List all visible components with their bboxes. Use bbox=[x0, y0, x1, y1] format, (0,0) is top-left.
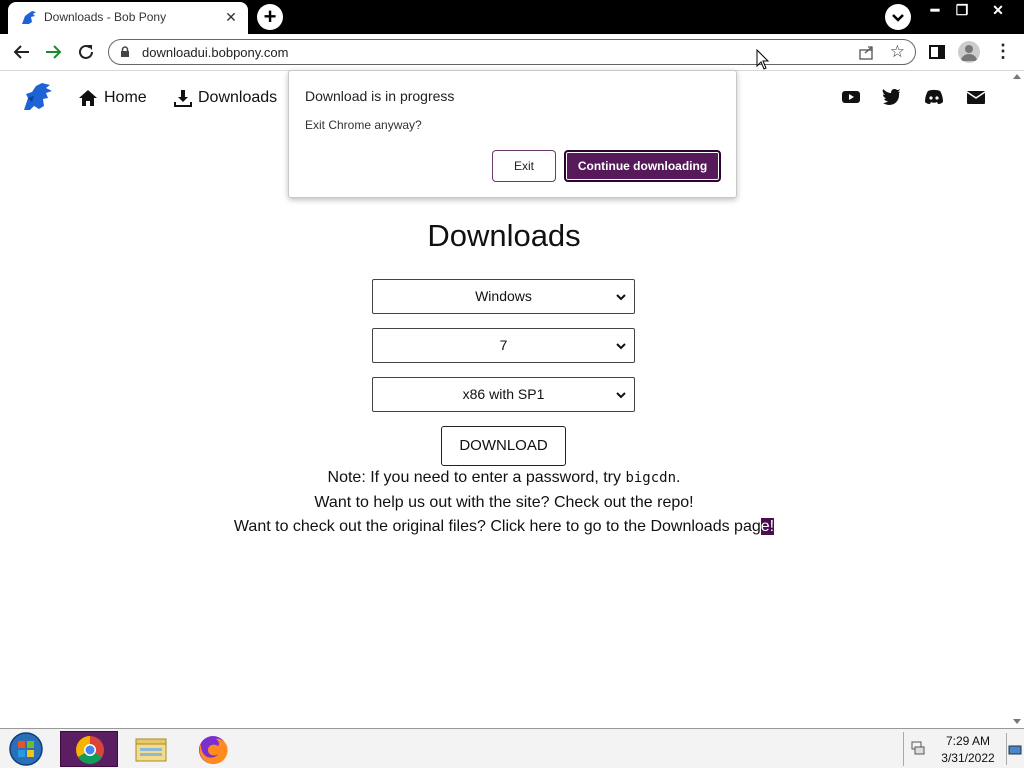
discord-icon[interactable] bbox=[924, 88, 944, 106]
page-scrollbar[interactable] bbox=[1010, 72, 1024, 728]
windows-start-icon[interactable] bbox=[4, 731, 48, 767]
dialog-message: Exit Chrome anyway? bbox=[305, 118, 422, 132]
reload-icon[interactable] bbox=[73, 39, 99, 65]
page-title: Downloads bbox=[427, 218, 581, 253]
tray-separator bbox=[903, 732, 904, 766]
mouse-cursor-icon bbox=[756, 49, 770, 70]
monitor-icon bbox=[1008, 745, 1022, 755]
download-button[interactable]: DOWNLOAD bbox=[441, 426, 566, 466]
tab-search-button[interactable] bbox=[885, 4, 911, 30]
screen: Downloads - Bob Pony ✕ + ━ ❐ ✕ downloadu… bbox=[0, 0, 1024, 768]
version-select[interactable]: 7 bbox=[372, 328, 635, 363]
tab-title: Downloads - Bob Pony bbox=[44, 10, 167, 24]
email-icon[interactable] bbox=[966, 88, 986, 106]
profile-avatar-icon[interactable] bbox=[958, 41, 980, 63]
taskbar-firefox[interactable] bbox=[184, 731, 242, 767]
password-note: Note: If you need to enter a password, t… bbox=[0, 469, 1008, 487]
scroll-down-arrow-icon[interactable] bbox=[1013, 719, 1021, 724]
bobpony-favicon-icon bbox=[22, 11, 36, 24]
side-panel-icon[interactable] bbox=[929, 45, 945, 59]
repo-line[interactable]: Want to help us out with the site? Check… bbox=[0, 494, 1008, 512]
restore-button[interactable]: ❐ bbox=[948, 0, 976, 20]
os-select[interactable]: Windows bbox=[372, 279, 635, 314]
taskbar: 7:29 AM 3/31/2022 bbox=[0, 728, 1024, 768]
chevron-down-icon bbox=[616, 392, 626, 399]
download-icon bbox=[174, 90, 192, 107]
continue-downloading-button[interactable]: Continue downloading bbox=[564, 150, 721, 182]
nav-home-link[interactable]: Home bbox=[78, 87, 147, 109]
bobpony-logo-icon[interactable] bbox=[22, 82, 54, 112]
person-icon bbox=[961, 45, 977, 61]
twitter-icon[interactable] bbox=[882, 88, 902, 106]
youtube-icon[interactable] bbox=[841, 88, 861, 106]
home-icon bbox=[79, 90, 97, 106]
selected-text: e! bbox=[760, 518, 775, 535]
nav-home-label: Home bbox=[104, 89, 147, 106]
tab-close-icon[interactable]: ✕ bbox=[222, 8, 240, 26]
minimize-button[interactable]: ━ bbox=[921, 0, 949, 20]
show-desktop-button[interactable] bbox=[1006, 733, 1022, 765]
chevron-down-icon bbox=[892, 14, 904, 22]
exit-button[interactable]: Exit bbox=[492, 150, 556, 182]
chevron-down-icon bbox=[616, 294, 626, 301]
tab-downloads[interactable]: Downloads - Bob Pony ✕ bbox=[8, 2, 248, 34]
browser-tabstrip: Downloads - Bob Pony ✕ + ━ ❐ ✕ bbox=[0, 0, 1024, 34]
os-select-value: Windows bbox=[475, 288, 532, 304]
nav-downloads-link[interactable]: Downloads bbox=[174, 87, 277, 109]
edition-select[interactable]: x86 with SP1 bbox=[372, 377, 635, 412]
version-select-value: 7 bbox=[499, 337, 508, 353]
clock-date[interactable]: 3/31/2022 bbox=[932, 751, 1004, 765]
dialog-title: Download is in progress bbox=[305, 88, 455, 104]
taskbar-chrome[interactable] bbox=[60, 731, 118, 767]
password-code: bigcdn bbox=[625, 470, 677, 486]
lock-icon bbox=[121, 46, 129, 57]
bookmark-star-icon[interactable]: ☆ bbox=[890, 42, 905, 62]
edition-select-value: x86 with SP1 bbox=[462, 386, 545, 402]
scroll-up-arrow-icon[interactable] bbox=[1013, 74, 1021, 79]
password-note-end: . bbox=[676, 469, 681, 486]
url-text: downloadui.bobpony.com bbox=[142, 45, 289, 60]
browser-toolbar: downloadui.bobpony.com ☆ ⋮ bbox=[0, 34, 1024, 71]
password-note-text: Note: If you need to enter a password, t… bbox=[327, 469, 626, 486]
chrome-icon bbox=[76, 736, 104, 764]
network-icon[interactable] bbox=[910, 740, 926, 756]
close-window-button[interactable]: ✕ bbox=[984, 0, 1012, 20]
firefox-icon bbox=[199, 736, 228, 765]
clock-time[interactable]: 7:29 AM bbox=[932, 734, 1004, 748]
forward-arrow-icon[interactable] bbox=[40, 39, 66, 65]
chevron-down-icon bbox=[616, 343, 626, 350]
address-bar[interactable]: downloadui.bobpony.com ☆ bbox=[108, 39, 916, 65]
taskbar-file-explorer[interactable] bbox=[122, 731, 180, 767]
share-icon[interactable] bbox=[859, 44, 875, 60]
back-arrow-icon[interactable] bbox=[9, 39, 35, 65]
new-tab-button[interactable]: + bbox=[257, 4, 283, 30]
original-files-text: Want to check out the original files? Cl… bbox=[233, 518, 761, 535]
browser-menu-icon[interactable]: ⋮ bbox=[994, 42, 1012, 62]
download-in-progress-dialog: Download is in progress Exit Chrome anyw… bbox=[288, 70, 737, 198]
folder-icon bbox=[135, 738, 167, 762]
nav-downloads-label: Downloads bbox=[198, 89, 278, 106]
original-files-line[interactable]: Want to check out the original files? Cl… bbox=[0, 518, 1008, 536]
